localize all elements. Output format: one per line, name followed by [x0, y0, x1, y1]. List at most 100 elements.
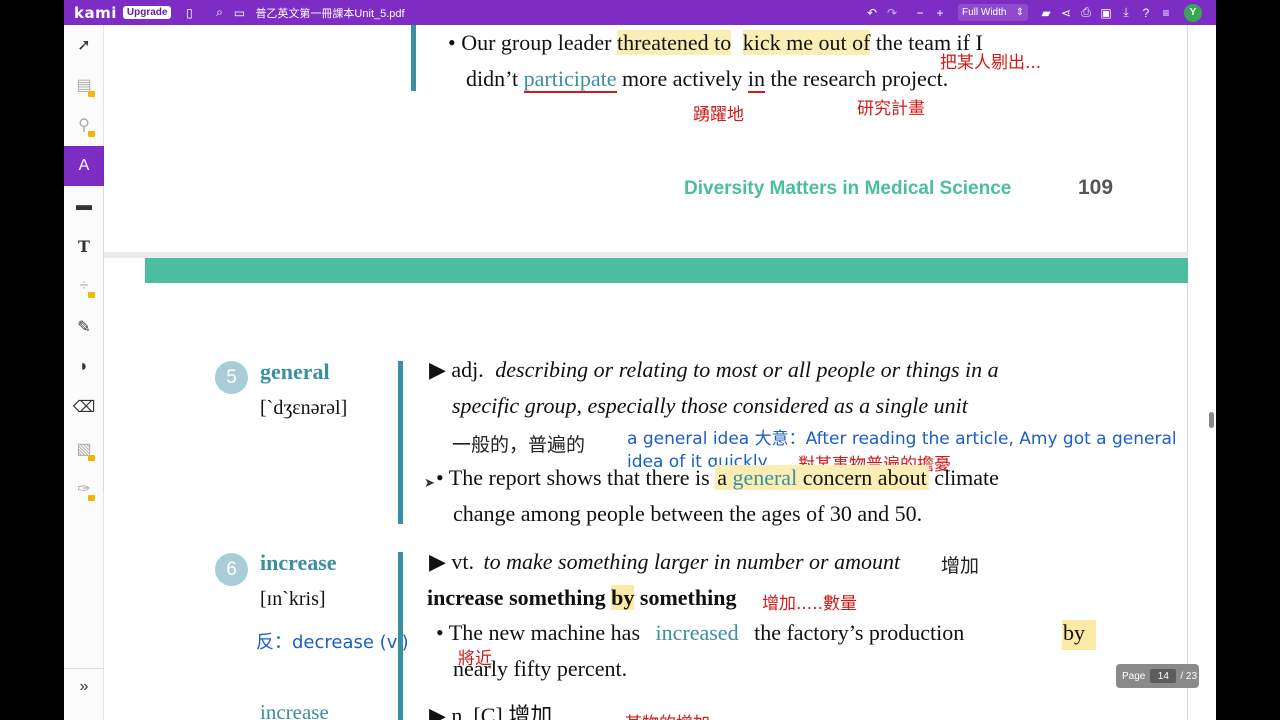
highlight-by[interactable]: by [611, 585, 635, 610]
example-line: • Our group leader threatened to kick me… [448, 30, 983, 56]
text-segment: concern about [802, 465, 927, 490]
footer-title: Diversity Matters in Medical Science [684, 178, 1012, 199]
dictionary-icon[interactable]: ▤ [64, 65, 104, 105]
text-segment: general [732, 465, 798, 490]
page-total: / 23 [1180, 670, 1198, 682]
text-segment: the research project. [770, 66, 949, 91]
share-icon[interactable]: ⋖ [1056, 6, 1076, 20]
lock-icon [88, 292, 95, 298]
text-segment: increased [655, 620, 739, 645]
entry-word: general [260, 359, 330, 384]
note-phrase[interactable]: 增加.....數量 [762, 589, 857, 614]
zoom-select[interactable]: Full Width ⇕ [958, 4, 1028, 21]
chevron-updown-icon: ⇕ [1015, 7, 1024, 18]
note-research[interactable]: 研究計畫 [857, 94, 925, 119]
equation-icon[interactable]: ÷ [64, 266, 104, 306]
definition-line: ▶ n. [C] 增加 [429, 703, 553, 720]
lock-icon [88, 495, 95, 501]
undo-icon[interactable]: ↶ [862, 6, 882, 20]
zoom-out-icon[interactable]: − [910, 6, 930, 20]
example-bar [411, 25, 416, 91]
entry-number: 5 [215, 361, 248, 394]
scrollbar-thumb[interactable] [1209, 412, 1214, 428]
tts-icon[interactable]: ⚲ [64, 105, 104, 145]
text-icon[interactable]: T [64, 226, 104, 266]
redo-icon[interactable]: ↷ [882, 6, 902, 20]
lock-icon [88, 455, 95, 461]
kami-window: kami Upgrade ▯ ⌕ ▭ 普乙英文第一冊課本Unit_5.pdf ↶… [0, 0, 1280, 720]
example-line: change among people between the ages of … [453, 501, 923, 526]
select-icon[interactable]: ➚ [64, 25, 104, 65]
entry-word-noun: increase [260, 700, 329, 720]
tool-rail: ➚ ▤ ⚲ A ▬ T ÷ ✎ ◗ ⌫ ▧ ✑ [64, 25, 104, 720]
entry-pron: [ɪn`kris] [260, 588, 326, 610]
text-segment: something [639, 585, 737, 610]
scrollbar-track[interactable] [1188, 25, 1216, 720]
text-segment: climate [934, 465, 999, 490]
save-icon[interactable]: ▣ [1096, 6, 1116, 20]
phrase-line: increase something by something [427, 585, 736, 611]
definition-line: specific group, especially those conside… [452, 393, 968, 418]
text-segment: didn’t [466, 66, 519, 91]
menu-icon[interactable]: ≡ [1156, 6, 1176, 20]
zoom-label: Full Width [962, 7, 1007, 18]
lock-icon [88, 91, 95, 97]
note-kick[interactable]: 把某人剔出... [940, 48, 1041, 73]
help-icon[interactable]: ? [1136, 6, 1156, 20]
entry-pron: [`dʒɛnərəl] [260, 397, 348, 419]
text-segment: the factory’s production [754, 620, 965, 645]
entry-bar [398, 552, 403, 720]
folder-icon[interactable]: ▰ [1036, 6, 1056, 20]
highlight-threatened[interactable]: threatened to [616, 30, 732, 55]
underline-in[interactable]: in [747, 66, 765, 93]
chinese-meaning: 一般的，普遍的 [452, 434, 586, 456]
highlight-by[interactable]: by [1062, 620, 1096, 650]
text-segment: • The new machine has [436, 620, 641, 645]
text-segment: • Our group leader [448, 30, 612, 55]
document-filename[interactable]: 普乙英文第一冊課本Unit_5.pdf [255, 5, 404, 21]
kami-logo: kami [74, 3, 117, 22]
note-antonym[interactable]: 反：decrease (v.) [256, 628, 409, 654]
user-avatar[interactable]: Y [1184, 3, 1202, 22]
drawing-icon[interactable]: ✎ [64, 307, 104, 347]
underline-participate[interactable]: participate [523, 66, 617, 93]
page-indicator: Page 14 / 23 [1116, 664, 1199, 688]
entry-word: increase [260, 550, 337, 575]
print-icon[interactable]: ⎙ [1076, 5, 1096, 20]
letterbox-left [0, 0, 64, 720]
eraser-icon[interactable]: ⌫ [64, 387, 104, 427]
top-toolbar: kami Upgrade ▯ ⌕ ▭ 普乙英文第一冊課本Unit_5.pdf ↶… [64, 0, 1216, 25]
page-header-band [145, 258, 1188, 283]
cursor-arrow-icon: ➤ [424, 475, 435, 490]
download-icon[interactable]: ⤓ [1116, 5, 1136, 20]
definition-line: ▶ adj. describing or relating to most or… [429, 357, 999, 383]
sidebar-icon[interactable]: ▯ [179, 6, 199, 20]
footer-page-number: 109 [1078, 176, 1114, 199]
letterbox-right [1216, 0, 1280, 720]
file-icon: ▭ [233, 5, 246, 20]
note-blue[interactable]: a general idea 大意：After reading the arti… [627, 424, 1177, 449]
pos-label: ▶ adj. [429, 357, 484, 382]
comment-icon[interactable]: ▬ [64, 186, 104, 226]
note-active[interactable]: 踴躍地 [693, 100, 744, 125]
page-number-input[interactable]: 14 [1150, 669, 1177, 683]
search-icon[interactable]: ⌕ [209, 5, 229, 20]
text-segment: • The report shows that there is [436, 465, 710, 490]
example-line: • The new machine has increased the fact… [436, 620, 964, 646]
entry-bar [398, 361, 403, 524]
entry-number: 6 [215, 553, 248, 586]
highlight-general-concern[interactable]: a general concern about [715, 465, 929, 490]
example-line: didn’t participate more actively in the … [466, 66, 949, 93]
expand-rail-icon[interactable]: » [64, 668, 104, 704]
definition-line: ▶ vt. to make something larger in number… [429, 549, 900, 575]
signature-icon[interactable]: ✑ [64, 469, 104, 509]
zoom-in-icon[interactable]: + [930, 6, 950, 20]
image-icon[interactable]: ▧ [64, 429, 104, 469]
upgrade-button[interactable]: Upgrade [122, 6, 172, 19]
markup-icon[interactable]: A [64, 146, 104, 186]
page-label: Page [1122, 670, 1146, 682]
shapes-icon[interactable]: ◗ [64, 347, 104, 387]
pos-label: ▶ vt. [429, 549, 475, 574]
note-bottom[interactable]: 某物的增加 [625, 709, 710, 720]
highlight-kick[interactable]: kick me out of [742, 30, 871, 55]
